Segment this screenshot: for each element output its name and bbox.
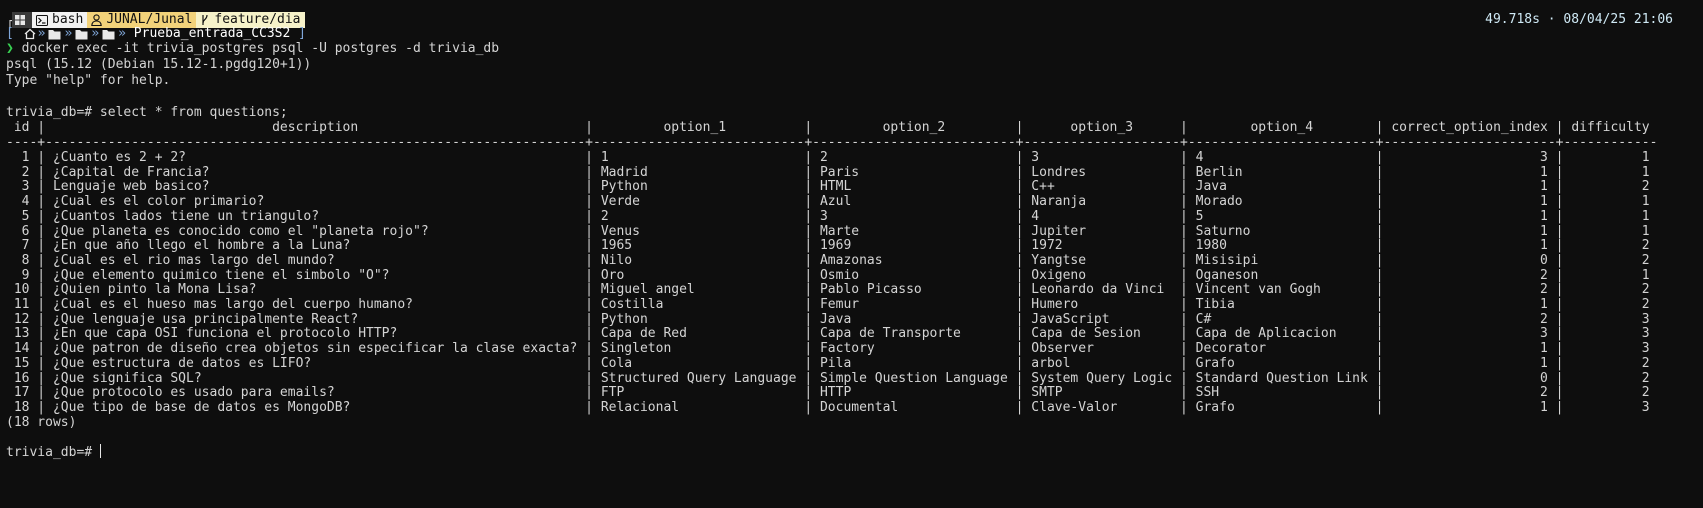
folder-icon (102, 29, 115, 39)
folder-icon (75, 29, 88, 39)
table-row: 9 | ¿Que elemento quimico tiene el simbo… (6, 267, 1650, 283)
current-directory: Prueba_entrada_CC3S2 (133, 26, 291, 41)
table-row: 4 | ¿Cual es el color primario? | Verde … (6, 194, 1650, 210)
table-row: 2 | ¿Capital de Francia? | Madrid | Pari… (6, 164, 1650, 180)
final-prompt-text: trivia_db=# (6, 444, 100, 460)
table-row: 7 | ¿En que año llego el hombre a la Lun… (6, 238, 1650, 254)
query-line: trivia_db=# select * from questions; (6, 105, 288, 120)
table-row: 15 | ¿Que estructura de datos es LIFO? |… (6, 355, 1650, 371)
table-row: 8 | ¿Cual es el rio mas largo del mundo?… (6, 252, 1650, 268)
table-row: 14 | ¿Que patron de diseño crea objetos … (6, 341, 1650, 357)
table-row: 3 | Lenguaje web basico? | Python | HTML… (6, 179, 1650, 195)
path-open-bracket: [ (6, 26, 14, 41)
terminal-icon (36, 14, 48, 26)
psql-version: psql (15.12 (Debian 15.12-1.pgdg120+1)) (6, 57, 312, 72)
row-count: (18 rows) (6, 414, 77, 430)
command-line: ❯ docker exec -it trivia_postgres psql -… (6, 41, 499, 57)
table-separator: ----+-----------------------------------… (6, 135, 1658, 150)
prompt-timing: 49.718s · 08/04/25 21:06 (1485, 12, 1673, 27)
table-row: 13 | ¿En que capa OSI funciona el protoc… (6, 326, 1650, 342)
final-prompt[interactable]: trivia_db=# (6, 443, 101, 460)
user-icon (91, 14, 103, 26)
path-separator: » (91, 26, 100, 41)
table-row: 5 | ¿Cuantos lados tiene un triangulo? |… (6, 208, 1650, 224)
text-cursor (99, 443, 101, 458)
path-separator: » (37, 26, 46, 41)
path-close-bracket: ] (298, 26, 306, 41)
table-row: 16 | ¿Que significa SQL? | Structured Qu… (6, 370, 1650, 386)
folder-icon (48, 29, 61, 39)
path-separator: » (64, 26, 73, 41)
prompt-chevron: ❯ (6, 41, 14, 56)
table-row: 12 | ¿Que lenguaje usa principalmente Re… (6, 311, 1650, 327)
table-header: id | description | option_1 | option_2 |… (6, 120, 1650, 135)
table-row: 17 | ¿Que protocolo es usado para emails… (6, 385, 1650, 401)
table-row: 11 | ¿Cual es el hueso mas largo del cue… (6, 297, 1650, 312)
git-branch-icon (202, 14, 209, 25)
home-icon (24, 28, 36, 40)
path-separator: » (118, 26, 126, 41)
windows-icon (15, 15, 25, 25)
table-row: 18 | ¿Que tipo de base de datos es Mongo… (6, 399, 1650, 415)
prompt-path: [ » » » » Prueba_entrada_CC3S2 ] (6, 26, 306, 42)
table-row: 10 | ¿Quien pinto la Mona Lisa? | Miguel… (6, 282, 1650, 298)
command-text: docker exec -it trivia_postgres psql -U … (21, 41, 500, 56)
table-row: 6 | ¿Que planeta es conocido como el "pl… (6, 223, 1650, 239)
help-hint: Type "help" for help. (6, 73, 171, 88)
table-row: 1 | ¿Cuanto es 2 + 2? | 1 | 2 | 3 | 4 | … (6, 150, 1650, 165)
